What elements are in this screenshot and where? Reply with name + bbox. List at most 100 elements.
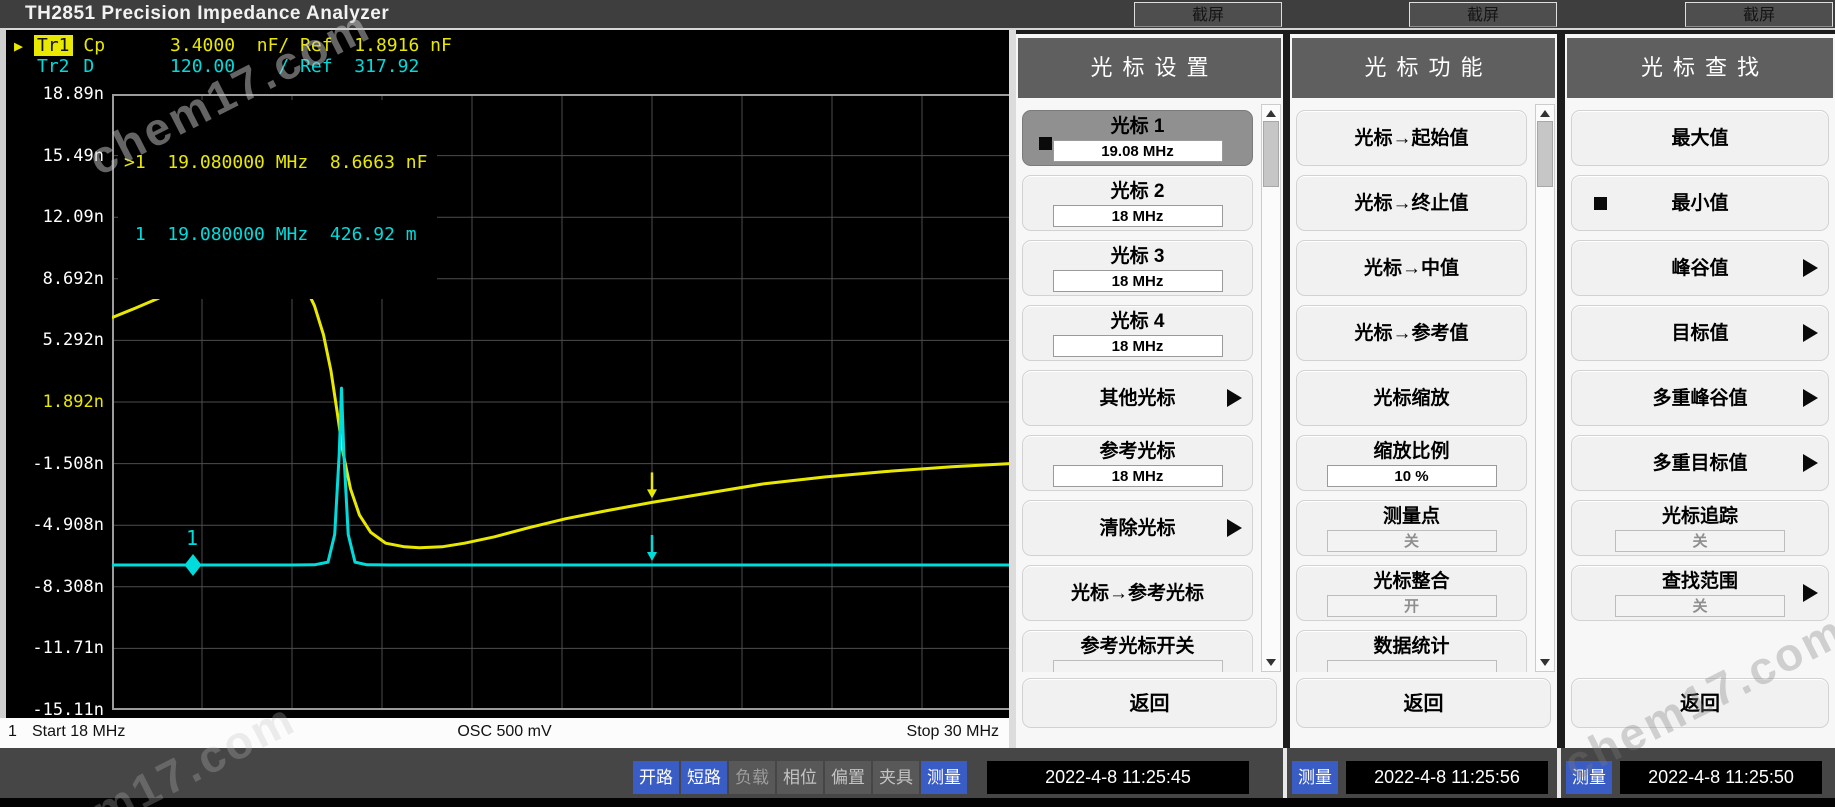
return-button[interactable]: 返回 xyxy=(1022,678,1277,728)
softkey-button[interactable]: 光标 4 18 MHz xyxy=(1022,305,1253,361)
bottom-edge-strip xyxy=(0,798,1835,807)
softkey-label: 光标→终止值 xyxy=(1354,193,1469,214)
softkey-value xyxy=(1326,660,1497,672)
marker-readout: >1 19.080000 MHz 8.6663 nF 1 19.080000 M… xyxy=(118,100,438,299)
softkey-button[interactable]: 光标→参考光标 xyxy=(1022,565,1253,621)
softkey-button[interactable]: 参考光标 18 MHz xyxy=(1022,435,1253,491)
cal-button-短路[interactable]: 短路 xyxy=(681,761,727,794)
submenu-arrow-icon xyxy=(1803,259,1818,277)
chart-panel-divider xyxy=(1009,30,1016,748)
softkey-value: 18 MHz xyxy=(1052,465,1223,487)
softkey-button[interactable]: 光标 2 18 MHz xyxy=(1022,175,1253,231)
scroll-down-icon[interactable] xyxy=(1266,659,1276,666)
softkey-button[interactable]: 参考光标开关 xyxy=(1022,630,1253,672)
softkey-value: 19.08 MHz xyxy=(1052,140,1223,162)
bottom-bar: 开路 短路 负载 相位 偏置 夹具 测量 2022-4-8 11:25:45 测量 2022-4-… xyxy=(0,748,1835,807)
softkey-label: 参考光标开关 xyxy=(1080,636,1195,657)
sweep-info-strip: 1 Start 18 MHz OSC 500 mV Stop 30 MHz xyxy=(0,718,1009,748)
scroll-down-icon[interactable] xyxy=(1540,659,1550,666)
instrument-screen: TH2851 Precision Impedance Analyzer 截屏 截… xyxy=(0,0,1835,807)
softkey-label: 其他光标 xyxy=(1099,388,1176,409)
softkey-button[interactable]: 多重目标值 xyxy=(1571,435,1829,491)
submenu-arrow-icon xyxy=(1803,584,1818,602)
bottom-bar-section: 开路 短路 负载 相位 偏置 夹具 测量 2022-4-8 11:25:45 xyxy=(633,761,1249,794)
panel-scrollbar[interactable] xyxy=(1261,104,1281,672)
softkey-button[interactable]: 多重峰谷值 xyxy=(1571,370,1829,426)
osc-level-label: OSC 500 mV xyxy=(457,723,552,740)
softkey-value: 10 % xyxy=(1326,465,1497,487)
softkey-button[interactable]: 光标→中值 xyxy=(1296,240,1527,296)
return-button[interactable]: 返回 xyxy=(1571,678,1829,728)
softkey-label: 光标整合 xyxy=(1373,571,1450,592)
softkey-button[interactable]: 光标缩放 xyxy=(1296,370,1527,426)
cal-button-开路[interactable]: 开路 xyxy=(633,761,679,794)
cal-button-负载[interactable]: 负载 xyxy=(729,761,775,794)
softkey-value: 18 MHz xyxy=(1052,335,1223,357)
softkey-button[interactable]: 目标值 xyxy=(1571,305,1829,361)
submenu-arrow-icon xyxy=(1227,519,1242,537)
cal-button-测量[interactable]: 测量 xyxy=(921,761,967,794)
return-button[interactable]: 返回 xyxy=(1296,678,1551,728)
softkey-button[interactable]: 光标 1 19.08 MHz xyxy=(1022,110,1253,166)
softkey-label: 数据统计 xyxy=(1373,636,1450,657)
softkey-value: 关 xyxy=(1615,595,1785,617)
submenu-arrow-icon xyxy=(1227,389,1242,407)
cal-button-偏置[interactable]: 偏置 xyxy=(825,761,871,794)
softkey-button[interactable]: 最大值 xyxy=(1571,110,1829,166)
trace-params: Cp 3.4000 nF/ Ref 1.8916 nF xyxy=(72,35,452,56)
softkey-button[interactable]: 缩放比例 10 % xyxy=(1296,435,1527,491)
submenu-arrow-icon xyxy=(1803,324,1818,342)
panel-title: 光标功能 xyxy=(1292,38,1555,98)
cal-button-夹具[interactable]: 夹具 xyxy=(873,761,919,794)
scroll-up-icon[interactable] xyxy=(1266,110,1276,117)
softkey-label: 参考光标 xyxy=(1099,441,1176,462)
app-title: TH2851 Precision Impedance Analyzer xyxy=(25,3,390,24)
panel-scrollbar[interactable] xyxy=(1535,104,1555,672)
softkey-label: 测量点 xyxy=(1382,506,1440,527)
softkey-button[interactable]: 光标 3 18 MHz xyxy=(1022,240,1253,296)
y-axis-label: 5.292n xyxy=(42,330,104,351)
softkey-button[interactable]: 光标追踪关 xyxy=(1571,500,1829,556)
marker-diamond[interactable] xyxy=(184,553,202,576)
softkey-value xyxy=(1052,660,1223,672)
softkey-panel-1: 光标设置 光标 1 19.08 MHz 光标 2 18 MHz 光标 3 18 MHz 光标 … xyxy=(1016,34,1283,748)
softkey-label: 光标追踪 xyxy=(1661,506,1738,527)
softkey-label: 光标→参考光标 xyxy=(1070,583,1204,604)
softkey-button[interactable]: 其他光标 xyxy=(1022,370,1253,426)
trace-legend-row: ▶ Tr1 Cp 3.4000 nF/ Ref 1.8916 nF xyxy=(14,35,452,56)
softkey-button[interactable]: 最小值 xyxy=(1571,175,1829,231)
trace-name[interactable]: Tr1 xyxy=(34,35,73,56)
softkey-label: 目标值 xyxy=(1671,323,1729,344)
softkey-button[interactable]: 峰谷值 xyxy=(1571,240,1829,296)
y-axis-label: 15.49n xyxy=(42,145,104,166)
softkey-button[interactable]: 光标整合开 xyxy=(1296,565,1527,621)
active-trace-arrow-icon: ▶ xyxy=(14,37,24,55)
cal-button-相位[interactable]: 相位 xyxy=(777,761,823,794)
screenshot-button-3[interactable]: 截屏 xyxy=(1685,2,1833,27)
softkey-button[interactable]: 光标→终止值 xyxy=(1296,175,1527,231)
softkey-label: 光标 3 xyxy=(1110,246,1165,267)
cal-button-测量[interactable]: 测量 xyxy=(1566,761,1612,794)
y-axis-label: -4.908n xyxy=(32,515,104,536)
scroll-up-icon[interactable] xyxy=(1540,110,1550,117)
softkey-button[interactable]: 数据统计 xyxy=(1296,630,1527,672)
softkey-value: 开 xyxy=(1326,595,1497,617)
cal-button-测量[interactable]: 测量 xyxy=(1292,761,1338,794)
softkey-button[interactable]: 测量点关 xyxy=(1296,500,1527,556)
screenshot-button-2[interactable]: 截屏 xyxy=(1409,2,1557,27)
softkey-button[interactable]: 查找范围关 xyxy=(1571,565,1829,621)
softkey-button[interactable]: 光标→参考值 xyxy=(1296,305,1527,361)
softkey-button[interactable]: 光标→起始值 xyxy=(1296,110,1527,166)
bottom-bar-section: 测量 2022-4-8 11:25:56 xyxy=(1292,761,1548,794)
trace-name[interactable]: Tr2 xyxy=(34,56,73,77)
timestamp-display: 2022-4-8 11:25:50 xyxy=(1620,761,1822,794)
scrollbar-thumb[interactable] xyxy=(1263,121,1279,187)
bottom-bar-separator xyxy=(1283,748,1287,798)
softkey-button[interactable]: 清除光标 xyxy=(1022,500,1253,556)
y-axis-label: 18.89n xyxy=(42,84,104,104)
screenshot-button-1[interactable]: 截屏 xyxy=(1134,2,1282,27)
softkey-label: 缩放比例 xyxy=(1373,441,1450,462)
softkey-label: 峰谷值 xyxy=(1671,258,1729,279)
scrollbar-thumb[interactable] xyxy=(1537,121,1553,187)
y-axis-label: -8.308n xyxy=(32,576,104,597)
